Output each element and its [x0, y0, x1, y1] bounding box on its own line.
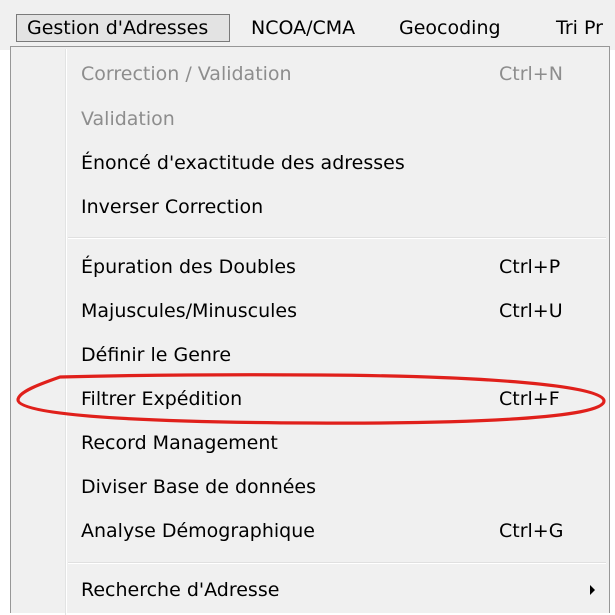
menu-tri[interactable]: Tri Pr [556, 14, 603, 42]
menu-item-label: Énoncé d'exactitude des adresses [81, 152, 405, 174]
menu-item-label: Validation [81, 108, 175, 130]
menu-item-diviser-base[interactable]: Diviser Base de données [11, 465, 609, 509]
menu-item-enonce-exactitude[interactable]: Énoncé d'exactitude des adresses [11, 141, 609, 185]
menu-item-recherche-adresse[interactable]: Recherche d'Adresse [11, 568, 609, 612]
menu-item-validation: Validation [11, 97, 609, 141]
menu-ncoa-cma[interactable]: NCOA/CMA [251, 14, 355, 42]
menu-item-label: Recherche d'Adresse [81, 579, 280, 601]
menu-item-shortcut: Ctrl+F [499, 388, 560, 410]
menu-item-correction-validation: Correction / Validation Ctrl+N [11, 52, 609, 96]
menu-item-label: Diviser Base de données [81, 476, 317, 498]
menu-item-label: Définir le Genre [81, 344, 232, 366]
menu-item-shortcut: Ctrl+G [499, 520, 564, 542]
menu-item-majuscules-minuscules[interactable]: Majuscules/Minuscules Ctrl+U [11, 289, 609, 333]
menu-geocoding[interactable]: Geocoding [399, 14, 501, 42]
dropdown-menu: Correction / Validation Ctrl+N Validatio… [10, 46, 610, 615]
menu-item-epuration-doubles[interactable]: Épuration des Doubles Ctrl+P [11, 245, 609, 289]
menu-item-shortcut: Ctrl+P [499, 256, 561, 278]
submenu-arrow-icon [590, 585, 595, 595]
menu-item-label: Record Management [81, 432, 278, 454]
menu-separator [68, 237, 606, 239]
menu-item-definir-genre[interactable]: Définir le Genre [11, 333, 609, 377]
menu-item-label: Filtrer Expédition [81, 388, 243, 410]
menu-item-shortcut: Ctrl+U [499, 300, 563, 322]
menu-item-label: Inverser Correction [81, 196, 264, 218]
menu-item-label: Majuscules/Minuscules [81, 300, 298, 322]
menu-item-label: Correction / Validation [81, 63, 292, 85]
menu-item-filtrer-expedition[interactable]: Filtrer Expédition Ctrl+F [11, 377, 609, 421]
menu-bar: Gestion d'Adresses NCOA/CMA Geocoding Tr… [0, 0, 615, 50]
menu-item-shortcut: Ctrl+N [499, 63, 563, 85]
menu-item-label: Épuration des Doubles [81, 256, 296, 278]
menu-item-analyse-demographique[interactable]: Analyse Démographique Ctrl+G [11, 509, 609, 553]
menu-gestion-adresses[interactable]: Gestion d'Adresses [16, 14, 230, 42]
menu-item-record-management[interactable]: Record Management [11, 421, 609, 465]
menu-separator [68, 562, 606, 564]
menu-item-inverser-correction[interactable]: Inverser Correction [11, 185, 609, 229]
menu-item-label: Analyse Démographique [81, 520, 315, 542]
